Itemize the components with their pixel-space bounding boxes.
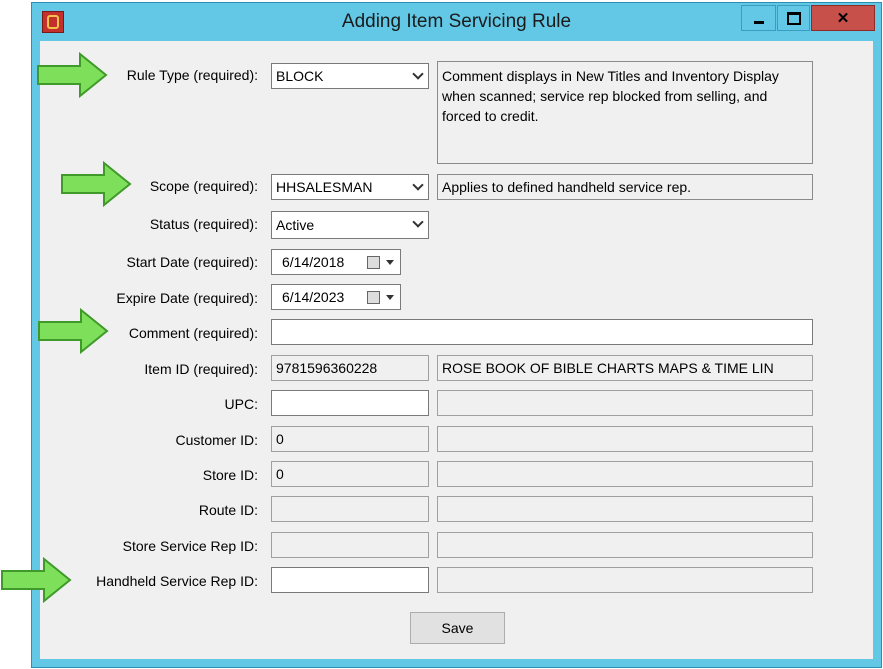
save-button[interactable]: Save: [410, 612, 505, 644]
route-id-field[interactable]: [271, 496, 429, 522]
route-id-label: Route ID:: [198, 502, 258, 518]
expire-date-value: 6/14/2023: [282, 289, 345, 305]
item-id-field[interactable]: 9781596360228: [271, 355, 429, 381]
arrow-annotation-icon: [1, 557, 72, 603]
status-value: Active: [276, 217, 315, 233]
store-id-field[interactable]: 0: [271, 461, 429, 487]
start-date-label: Start Date (required):: [126, 254, 259, 270]
chevron-down-icon: [412, 68, 424, 80]
rule-type-select[interactable]: BLOCK: [271, 63, 429, 89]
store-id-label: Store ID:: [202, 467, 258, 483]
store-service-rep-id-label: Store Service Rep ID:: [122, 538, 258, 554]
rule-type-label: Rule Type (required):: [126, 67, 258, 83]
arrow-annotation-icon: [37, 52, 108, 98]
customer-id-label: Customer ID:: [175, 432, 258, 448]
scope-description: Applies to defined handheld service rep.: [437, 174, 813, 200]
store-description-field: [437, 461, 813, 487]
handheld-service-rep-id-label: Handheld Service Rep ID:: [96, 573, 258, 589]
chevron-down-icon: [412, 179, 424, 191]
handheld-service-rep-description-field: [437, 567, 813, 593]
calendar-icon[interactable]: [367, 291, 380, 304]
scope-value: HHSALESMAN: [276, 179, 373, 195]
upc-input[interactable]: [271, 390, 429, 416]
item-id-label: Item ID (required):: [144, 361, 258, 377]
scope-select[interactable]: HHSALESMAN: [271, 174, 429, 200]
handheld-service-rep-id-input[interactable]: [271, 567, 429, 593]
upc-label: UPC:: [224, 396, 258, 412]
status-select[interactable]: Active: [271, 211, 429, 239]
close-icon: ✕: [836, 10, 850, 27]
maximize-icon: [786, 11, 801, 25]
expire-date-picker[interactable]: 6/14/2023: [271, 284, 401, 310]
item-description-field: ROSE BOOK OF BIBLE CHARTS MAPS & TIME LI…: [437, 355, 813, 381]
arrow-annotation-icon: [38, 308, 109, 354]
form-area: Rule Type (required): Scope (required): …: [40, 41, 873, 659]
maximize-button[interactable]: [777, 5, 810, 31]
minimize-icon: [753, 20, 764, 24]
chevron-down-icon: [412, 216, 424, 228]
rule-type-description: Comment displays in New Titles and Inven…: [437, 61, 813, 164]
upc-description-field: [437, 390, 813, 416]
store-service-rep-description-field: [437, 532, 813, 558]
rule-type-value: BLOCK: [276, 68, 324, 84]
comment-input[interactable]: [271, 319, 813, 345]
scope-label: Scope (required):: [149, 178, 258, 194]
title-bar: Adding Item Servicing Rule ✕: [32, 3, 881, 41]
minimize-button[interactable]: [741, 5, 776, 31]
dialog-window: Adding Item Servicing Rule ✕ Rule Type (…: [31, 2, 882, 668]
start-date-picker[interactable]: 6/14/2018: [271, 249, 401, 275]
close-button[interactable]: ✕: [811, 5, 875, 31]
chevron-down-icon: [386, 295, 394, 300]
customer-id-field[interactable]: 0: [271, 426, 429, 452]
arrow-annotation-icon: [61, 161, 132, 207]
customer-description-field: [437, 426, 813, 452]
store-service-rep-id-field[interactable]: [271, 532, 429, 558]
expire-date-label: Expire Date (required):: [116, 290, 258, 306]
status-label: Status (required):: [149, 216, 258, 232]
calendar-icon[interactable]: [367, 256, 380, 269]
comment-label: Comment (required):: [128, 325, 258, 341]
route-description-field: [437, 496, 813, 522]
start-date-value: 6/14/2018: [282, 254, 345, 270]
chevron-down-icon: [386, 260, 394, 265]
